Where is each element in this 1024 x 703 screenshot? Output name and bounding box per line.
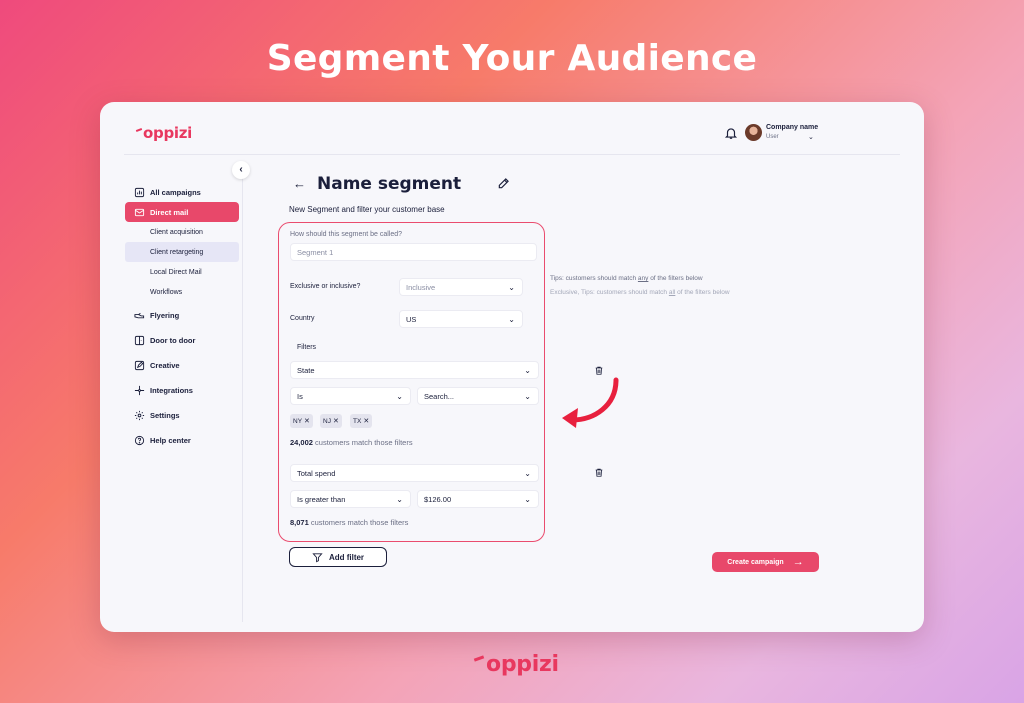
bar-chart-icon xyxy=(134,187,145,198)
filters-label: Filters xyxy=(297,344,317,351)
filter-operator-select[interactable]: Is ⌄ xyxy=(290,387,411,405)
mail-icon xyxy=(134,207,145,218)
chevron-down-icon: ⌄ xyxy=(396,392,403,401)
sidebar-item-help-center[interactable]: Help center xyxy=(125,430,239,450)
page-title: Name segment xyxy=(317,174,462,194)
chevron-down-icon: ⌄ xyxy=(524,495,531,504)
sidebar-item-client-retargeting[interactable]: Client retargeting xyxy=(125,242,239,262)
main-content: ← Name segment New Segment and filter yo… xyxy=(275,162,835,622)
help-icon xyxy=(134,435,145,446)
back-arrow-icon[interactable]: ← xyxy=(293,176,306,191)
chevron-down-icon: ⌄ xyxy=(524,366,531,375)
sidebar-nav: All campaigns Direct mail Client acquisi… xyxy=(125,182,239,450)
integrations-icon xyxy=(134,385,145,396)
close-icon[interactable]: ✕ xyxy=(333,417,339,425)
chip-tx[interactable]: TX ✕ xyxy=(350,414,373,428)
page-subtitle: New Segment and filter your customer bas… xyxy=(289,205,445,214)
filter2-match-count: 8,071 customers match those filters xyxy=(290,518,409,527)
close-icon[interactable]: ✕ xyxy=(304,417,310,425)
chevron-down-icon: ⌄ xyxy=(508,283,515,292)
oppizi-logo-footer: oppizi xyxy=(473,652,559,677)
country-label: Country xyxy=(290,315,315,322)
close-icon[interactable]: ✕ xyxy=(363,417,369,425)
segment-form-highlight: How should this segment be called? Segme… xyxy=(278,222,545,542)
red-arrow-annotation xyxy=(562,377,619,428)
door-icon xyxy=(134,335,145,346)
chevron-down-icon: ⌄ xyxy=(508,315,515,324)
filter1-match-count: 24,002 customers match those filters xyxy=(290,438,413,447)
chevron-down-icon: ⌄ xyxy=(524,469,531,478)
filter-search-input[interactable]: Search... ⌄ xyxy=(417,387,539,405)
sidebar-item-creative[interactable]: Creative xyxy=(125,355,239,375)
add-filter-button[interactable]: Add filter xyxy=(289,547,387,567)
tips-exclusive: Exclusive, Tips: customers should match … xyxy=(550,289,730,296)
filter-value-select[interactable]: $126.00 ⌄ xyxy=(417,490,539,508)
sidebar-divider xyxy=(242,164,243,622)
tips-inclusive: Tips: customers should match any of the … xyxy=(550,275,703,282)
header-divider xyxy=(124,154,900,155)
exclusive-inclusive-select[interactable]: Inclusive ⌄ xyxy=(399,278,523,296)
sidebar-item-settings[interactable]: Settings xyxy=(125,405,239,425)
oppizi-logo[interactable]: oppizi xyxy=(135,124,192,142)
headline: Segment Your Audience xyxy=(266,38,758,79)
create-campaign-button[interactable]: Create campaign → xyxy=(712,552,819,572)
filter-operator-select[interactable]: Is greater than ⌄ xyxy=(290,490,411,508)
exclusive-inclusive-label: Exclusive or inclusive? xyxy=(290,283,361,290)
chip-nj[interactable]: NJ ✕ xyxy=(320,414,342,428)
sidebar-item-all-campaigns[interactable]: All campaigns xyxy=(125,182,239,202)
sidebar-item-door-to-door[interactable]: Door to door xyxy=(125,330,239,350)
bell-icon[interactable] xyxy=(724,126,738,140)
sidebar-item-client-acquisition[interactable]: Client acquisition xyxy=(125,222,239,242)
segment-name-input[interactable]: Segment 1 xyxy=(290,243,537,261)
avatar[interactable] xyxy=(745,124,762,141)
sidebar-item-flyering[interactable]: Flyering xyxy=(125,305,239,325)
trash-icon[interactable] xyxy=(594,467,604,478)
collapse-sidebar-button[interactable]: ‹ xyxy=(232,161,250,179)
gear-icon xyxy=(134,410,145,421)
chevron-down-icon: ⌄ xyxy=(524,392,531,401)
hand-icon xyxy=(134,310,145,321)
country-select[interactable]: US ⌄ xyxy=(399,310,523,328)
sidebar-item-integrations[interactable]: Integrations xyxy=(125,380,239,400)
chevron-down-icon: ⌄ xyxy=(396,495,403,504)
segment-name-label: How should this segment be called? xyxy=(290,231,403,238)
sidebar-item-local-direct-mail[interactable]: Local Direct Mail xyxy=(125,262,239,282)
app-window: oppizi Company name User ⌄ ‹ All campaig… xyxy=(100,102,924,632)
arrow-right-icon: → xyxy=(792,556,804,568)
trash-icon[interactable] xyxy=(594,365,604,376)
chip-ny[interactable]: NY ✕ xyxy=(290,414,313,428)
filter-icon xyxy=(312,552,323,563)
filter-field-select-state[interactable]: State ⌄ xyxy=(290,361,539,379)
company-name: Company name xyxy=(766,124,819,131)
filter-field-select-total-spend[interactable]: Total spend ⌄ xyxy=(290,464,539,482)
edit-icon xyxy=(134,360,145,371)
sidebar-item-direct-mail[interactable]: Direct mail xyxy=(125,202,239,222)
edit-icon[interactable] xyxy=(497,176,511,190)
user-name: User xyxy=(766,134,779,140)
sidebar-item-workflows[interactable]: Workflows xyxy=(125,282,239,302)
chevron-down-icon[interactable]: ⌄ xyxy=(808,133,814,141)
